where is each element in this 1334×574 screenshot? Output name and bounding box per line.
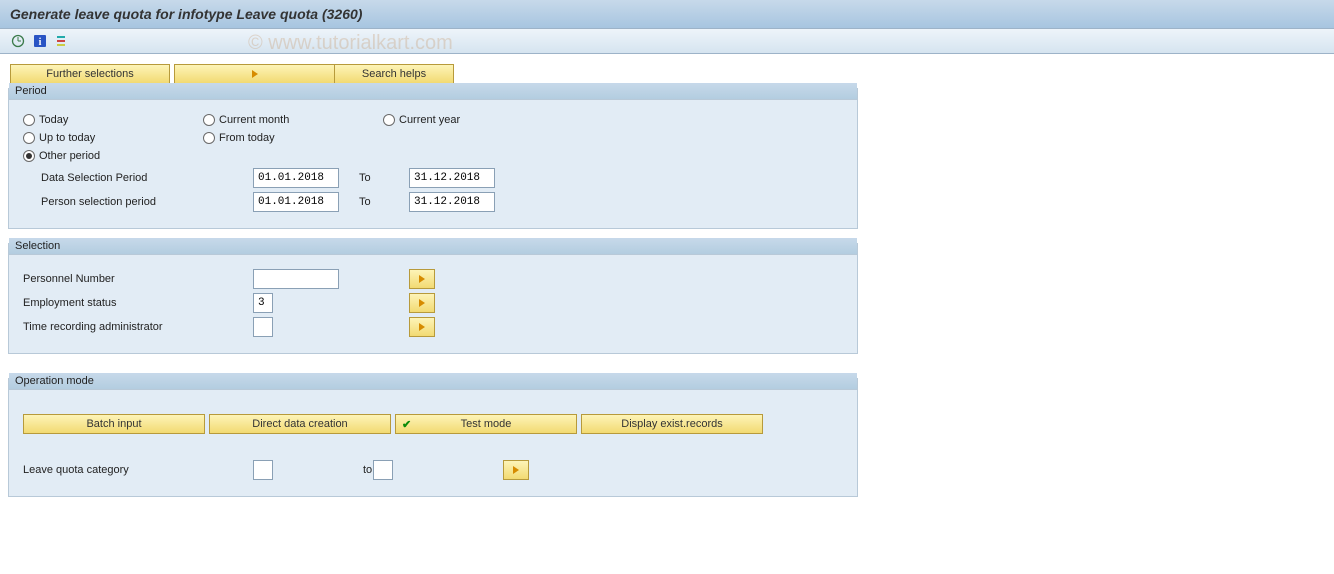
radio-from-today-label: From today <box>219 132 275 144</box>
period-legend: Period <box>9 83 857 100</box>
personnel-number-label: Personnel Number <box>23 273 253 285</box>
data-selection-to-input[interactable] <box>409 168 495 188</box>
radio-current-month-label: Current month <box>219 114 289 126</box>
person-selection-period-label: Person selection period <box>23 196 253 208</box>
person-selection-from-input[interactable] <box>253 192 339 212</box>
leave-quota-to-label: to <box>273 464 373 476</box>
person-selection-to-label: To <box>339 196 409 208</box>
time-recording-label: Time recording administrator <box>23 321 253 333</box>
time-recording-input[interactable] <box>253 317 273 337</box>
employment-status-label: Employment status <box>23 297 253 309</box>
execute-icon[interactable] <box>10 33 26 49</box>
leave-quota-multi-button[interactable] <box>503 460 529 480</box>
leave-quota-category-label: Leave quota category <box>23 464 253 476</box>
batch-input-button[interactable]: Batch input <box>23 414 205 434</box>
data-selection-from-input[interactable] <box>253 168 339 188</box>
radio-current-year[interactable]: Current year <box>383 114 563 126</box>
radio-current-year-label: Current year <box>399 114 460 126</box>
radio-up-to-today-label: Up to today <box>39 132 95 144</box>
operation-mode-group: Operation mode Batch input Direct data c… <box>8 378 858 497</box>
radio-today-label: Today <box>39 114 68 126</box>
radio-from-today[interactable]: From today <box>203 132 383 144</box>
personnel-number-multi-button[interactable] <box>409 269 435 289</box>
test-mode-button[interactable]: ✔Test mode <box>395 414 577 434</box>
test-mode-label: Test mode <box>461 418 512 430</box>
page-title: Generate leave quota for infotype Leave … <box>0 0 1334 29</box>
data-selection-to-label: To <box>339 172 409 184</box>
radio-up-to-today[interactable]: Up to today <box>23 132 203 144</box>
leave-quota-to-input[interactable] <box>373 460 393 480</box>
person-selection-to-input[interactable] <box>409 192 495 212</box>
selection-group: Selection Personnel Number Employment st… <box>8 243 858 354</box>
radio-current-month[interactable]: Current month <box>203 114 383 126</box>
time-recording-multi-button[interactable] <box>409 317 435 337</box>
selection-legend: Selection <box>9 238 857 255</box>
variant-icon[interactable] <box>54 33 70 49</box>
employment-status-multi-button[interactable] <box>409 293 435 313</box>
radio-other-period[interactable]: Other period <box>23 150 203 162</box>
further-selections-button[interactable]: Further selections <box>10 64 170 84</box>
period-group: Period Today Current month Current year … <box>8 88 858 229</box>
personnel-number-input[interactable] <box>253 269 339 289</box>
radio-today[interactable]: Today <box>23 114 203 126</box>
info-icon[interactable]: i <box>32 33 48 49</box>
employment-status-input[interactable] <box>253 293 273 313</box>
app-toolbar: i <box>0 29 1334 54</box>
display-exist-records-button[interactable]: Display exist.records <box>581 414 763 434</box>
data-selection-period-label: Data Selection Period <box>23 172 253 184</box>
radio-other-period-label: Other period <box>39 150 100 162</box>
svg-text:i: i <box>39 37 42 48</box>
direct-data-creation-button[interactable]: Direct data creation <box>209 414 391 434</box>
operation-mode-legend: Operation mode <box>9 373 857 390</box>
search-helps-button[interactable]: Search helps <box>334 64 454 84</box>
search-helps-arrow[interactable] <box>174 64 334 84</box>
leave-quota-from-input[interactable] <box>253 460 273 480</box>
